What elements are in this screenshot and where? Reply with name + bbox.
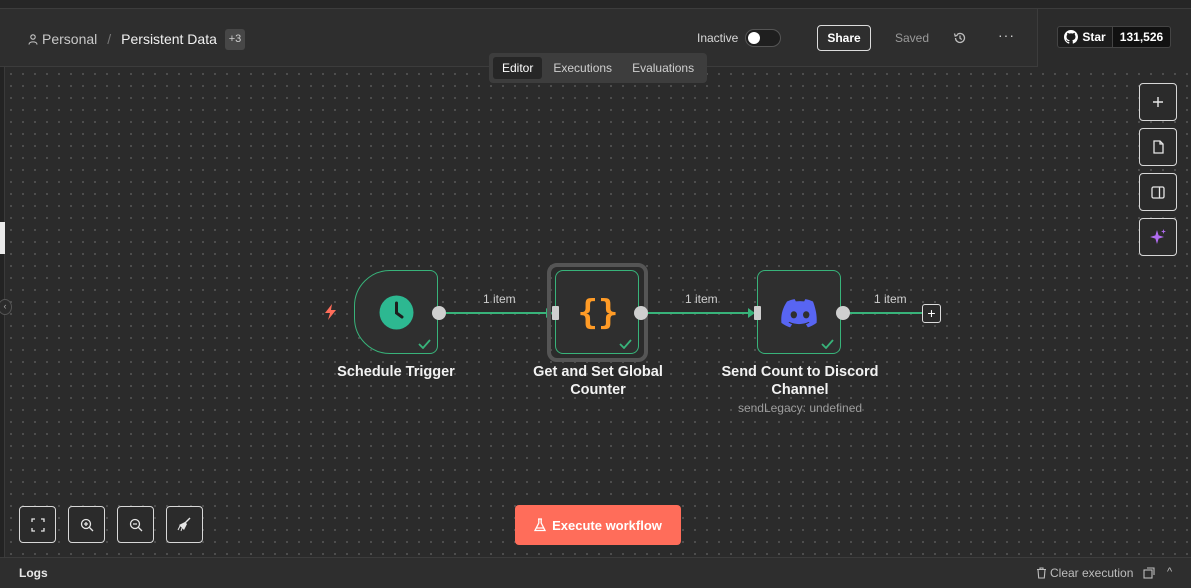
clock-icon [379,295,414,330]
fit-view-icon [30,517,45,532]
input-handle[interactable] [754,306,761,320]
input-handle[interactable] [552,306,559,320]
brush-icon [177,517,191,532]
execute-workflow-label: Execute workflow [552,517,662,533]
zoom-in-icon [80,518,93,531]
success-check-icon [418,339,431,349]
code-node[interactable]: {} [555,270,639,354]
trigger-bolt-icon [325,304,336,320]
logs-panel-bar[interactable]: Logs Clear execution ^ [0,557,1191,588]
discord-icon [781,299,817,328]
node-label-line: Send Count to Discord [721,364,879,380]
output-handle[interactable] [836,306,850,320]
fit-view-button[interactable] [19,506,56,543]
clear-execution-button[interactable]: Clear execution [1036,566,1133,580]
code-braces-icon: {} [577,293,619,333]
flask-icon [534,518,547,532]
edge-item-count: 1 item [874,292,907,306]
logs-label: Logs [19,566,48,580]
node-subtitle-discord: sendLegacy: undefined [737,401,863,415]
zoom-out-icon [129,518,142,531]
trash-icon [1037,567,1046,579]
node-label-code: Get and Set Global Counter [522,363,674,399]
zoom-in-button[interactable] [68,506,105,543]
output-handle[interactable] [634,306,648,320]
clear-execution-label: Clear execution [1050,566,1134,580]
edge-item-count: 1 item [685,292,718,306]
zoom-out-button[interactable] [117,506,154,543]
discord-node[interactable] [757,270,841,354]
schedule-trigger-node[interactable] [354,270,438,354]
chevron-up-icon[interactable]: ^ [1167,566,1172,578]
output-handle[interactable] [432,306,446,320]
add-next-node-button[interactable]: + [922,304,941,323]
node-label-line: Channel [771,382,829,398]
node-label-discord: Send Count to Discord Channel [714,363,886,399]
success-check-icon [619,339,632,349]
node-label-line: Get and Set Global [533,364,663,380]
tidy-up-button[interactable] [166,506,203,543]
node-label-line: Counter [570,382,626,398]
pop-out-icon[interactable] [1143,567,1155,579]
node-label-schedule: Schedule Trigger [337,364,455,380]
success-check-icon [821,339,834,349]
edge-item-count: 1 item [483,292,516,306]
execute-workflow-button[interactable]: Execute workflow [515,505,681,545]
